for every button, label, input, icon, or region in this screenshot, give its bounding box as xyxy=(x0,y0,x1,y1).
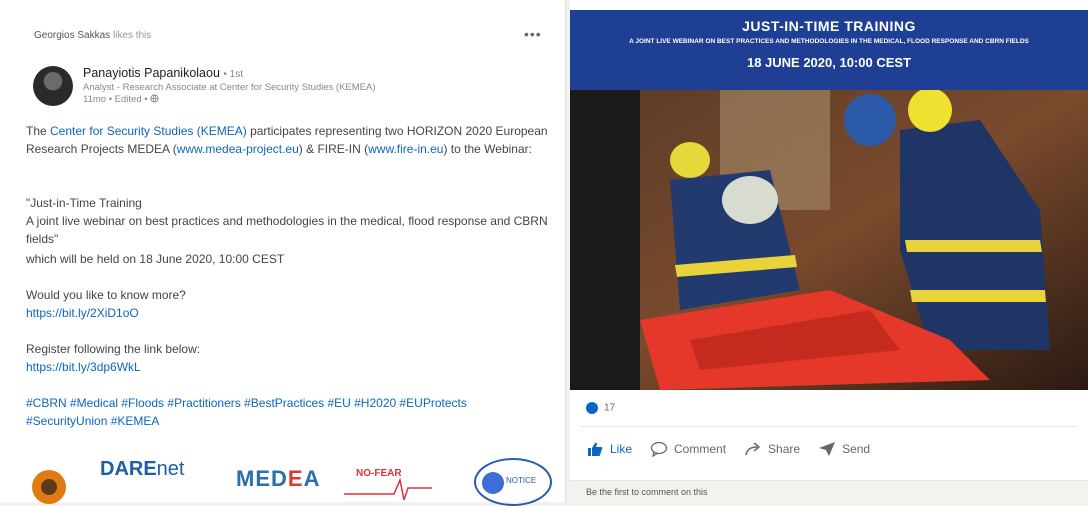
org-link[interactable]: Center for Security Studies (KEMEA) xyxy=(50,124,247,138)
post-paragraph-3: which will be held on 18 June 2020, 10:0… xyxy=(26,252,285,266)
medea-link[interactable]: www.medea-project.eu xyxy=(177,142,299,156)
hazard-logo xyxy=(32,470,66,504)
hashtags[interactable]: #CBRN #Medical #Floods #Practitioners #B… xyxy=(26,394,551,430)
author-line: Panayiotis Papanikolaou • 1st xyxy=(83,66,243,80)
banner-title: JUST-IN-TIME TRAINING xyxy=(742,18,916,34)
comment-footer: Be the first to comment on this xyxy=(570,480,1088,503)
author-headline: Analyst - Research Associate at Center f… xyxy=(83,82,376,93)
medea-logo: MEDEA xyxy=(236,466,321,491)
reactions-count[interactable]: 17 xyxy=(586,402,615,414)
thumbs-up-icon xyxy=(588,442,603,456)
globe-icon xyxy=(150,94,159,103)
divider xyxy=(580,426,1078,427)
activity-user[interactable]: Georgios Sakkas xyxy=(34,30,110,41)
post-media-panel: JUST-IN-TIME TRAINING A JOINT LIVE WEBIN… xyxy=(570,0,1088,503)
author-name[interactable]: Panayiotis Papanikolaou xyxy=(83,66,220,80)
first-comment-prompt: Be the first to comment on this xyxy=(586,487,708,497)
more-options-button[interactable]: ••• xyxy=(524,26,542,42)
post-paragraph-2: "Just-in-Time Training A joint live webi… xyxy=(26,196,548,246)
like-button[interactable]: Like xyxy=(586,441,632,457)
share-icon xyxy=(745,442,761,456)
send-icon xyxy=(819,442,836,456)
webinar-banner[interactable]: JUST-IN-TIME TRAINING A JOINT LIVE WEBIN… xyxy=(570,10,1088,90)
activity-header: Georgios Sakkas likes this xyxy=(34,30,151,41)
activity-action: likes this xyxy=(112,30,152,41)
notice-logo: NOTICE xyxy=(474,458,552,506)
banner-date: 18 JUNE 2020, 10:00 CEST xyxy=(746,55,912,70)
post-paragraph-1: The Center for Security Studies (KEMEA) … xyxy=(26,124,548,156)
send-button[interactable]: Send xyxy=(818,441,870,457)
fire-in-link[interactable]: www.fire-in.eu xyxy=(368,142,443,156)
post-image[interactable] xyxy=(570,90,1088,390)
share-button[interactable]: Share xyxy=(744,441,800,457)
post-paragraph-4: Would you like to know more? https://bit… xyxy=(26,286,551,322)
more-info-link[interactable]: https://bit.ly/2XiD1oO xyxy=(26,304,551,322)
partner-logos: DAREnet MEDEA NO-FEAR NOTICE xyxy=(26,458,556,506)
post-card: Georgios Sakkas likes this ••• Panayioti… xyxy=(0,0,566,506)
post-time: 11mo • Edited • xyxy=(83,94,151,105)
author-avatar[interactable] xyxy=(33,66,73,106)
post-paragraph-5: Register following the link below: https… xyxy=(26,340,551,376)
comment-button[interactable]: Comment xyxy=(650,441,726,457)
register-link[interactable]: https://bit.ly/3dp6WkL xyxy=(26,358,551,376)
post-timestamp: 11mo • Edited • xyxy=(83,94,159,105)
connection-degree: • 1st xyxy=(223,69,244,80)
banner-subtitle: A JOINT LIVE WEBINAR ON BEST PRACTICES A… xyxy=(629,38,1029,45)
darenet-logo: DAREnet xyxy=(100,458,185,480)
nofear-logo: NO-FEAR xyxy=(344,468,432,503)
comment-icon xyxy=(650,441,668,457)
like-reaction-icon xyxy=(586,402,598,414)
action-bar: Like Comment Share Send xyxy=(586,441,870,457)
